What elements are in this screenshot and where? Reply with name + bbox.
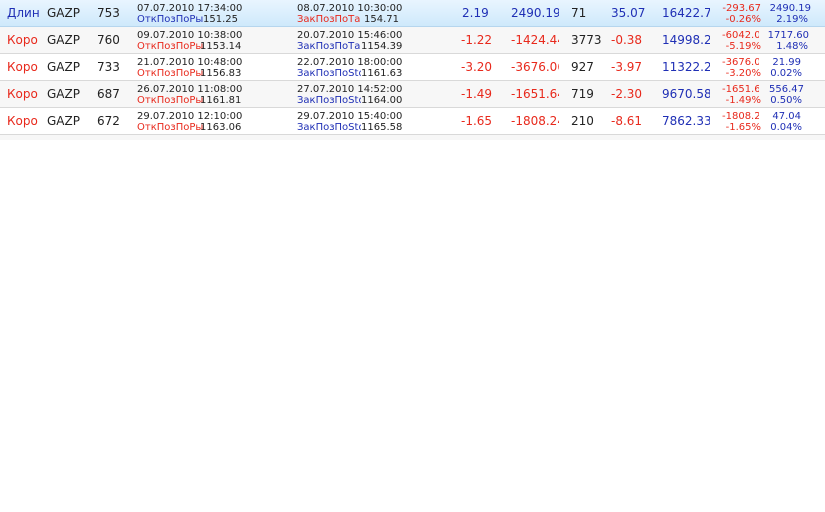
mfe-value: 47.04 [772, 111, 801, 122]
mfe-value: 556.47 [769, 84, 804, 95]
open-signal: ОткПозПоРын [137, 41, 203, 52]
open-price: 1153.14 [200, 41, 242, 52]
close-signal: ЗакПозПоТак [297, 14, 361, 25]
table-row[interactable]: Коро GAZP 760 09.07.2010 10:38:00 ОткПоз… [0, 27, 825, 54]
mfe-value: 21.99 [772, 57, 801, 68]
close-time: 08.07.2010 10:30:00 [297, 3, 403, 14]
direction-cell: Коро [7, 33, 38, 47]
mae-value: -3676.06 [722, 57, 759, 68]
bars-cell: 927 [571, 60, 594, 74]
mae-pct: -1.65% [725, 122, 761, 133]
pct-cell: -1.49 [461, 87, 493, 101]
mfe-value: 1717.60 [767, 30, 809, 41]
ticker-cell: GAZP [47, 6, 80, 20]
open-time: 09.07.2010 10:38:00 [137, 30, 243, 41]
close-signal: ЗакПозПоТак [297, 41, 361, 52]
open-signal: ОткПозПоРын [137, 14, 203, 25]
close-time: 20.07.2010 15:46:00 [297, 30, 403, 41]
ticker-cell: GAZP [47, 87, 80, 101]
open-signal: ОткПозПоРын [137, 95, 203, 106]
equity-cell: 7862.33 [662, 114, 710, 128]
per-bar-cell: -8.61 [611, 114, 643, 128]
equity-cell: 16422.7 [662, 6, 710, 20]
direction-cell: Коро [7, 87, 38, 101]
open-time: 07.07.2010 17:34:00 [137, 3, 243, 14]
per-bar-cell: 35.07 [611, 6, 646, 20]
open-signal: ОткПозПоРын [137, 122, 203, 133]
table-row[interactable]: Коро GAZP 733 21.07.2010 10:48:00 ОткПоз… [0, 54, 825, 81]
profit-cell: -1808.24 [511, 114, 559, 128]
pct-cell: 2.19 [462, 6, 489, 20]
pct-cell: -1.22 [461, 33, 493, 47]
equity-cell: 11322.2 [662, 60, 710, 74]
bars-cell: 3773 [571, 33, 602, 47]
per-bar-cell: -3.97 [611, 60, 643, 74]
close-price: 1164.00 [361, 95, 403, 106]
bars-cell: 71 [571, 6, 587, 20]
close-price: 1161.63 [361, 68, 403, 79]
close-time: 27.07.2010 14:52:00 [297, 84, 403, 95]
open-price: 1163.06 [200, 122, 242, 133]
close-price: 1154.39 [361, 41, 403, 52]
pct-cell: -3.20 [461, 60, 493, 74]
table-row[interactable]: Коро GAZP 672 29.07.2010 12:10:00 ОткПоз… [0, 108, 825, 135]
per-bar-cell: -2.30 [611, 87, 643, 101]
mae-value: -1651.64 [722, 84, 759, 95]
id-cell: 672 [97, 114, 120, 128]
profit-cell: -1651.64 [511, 87, 559, 101]
close-signal: ЗакПозПоSto [297, 95, 361, 106]
mfe-pct: 0.04% [770, 122, 802, 133]
id-cell: 687 [97, 87, 120, 101]
equity-cell: 14998.27 [662, 33, 710, 47]
mae-pct: -5.19% [725, 41, 761, 52]
ticker-cell: GAZP [47, 60, 80, 74]
close-price: 1165.58 [361, 122, 403, 133]
mfe-pct: 0.50% [770, 95, 802, 106]
equity-cell: 9670.58 [662, 87, 710, 101]
ticker-cell: GAZP [47, 114, 80, 128]
open-time: 29.07.2010 12:10:00 [137, 111, 243, 122]
id-cell: 753 [97, 6, 120, 20]
mfe-value: 2490.19 [769, 3, 811, 14]
open-price: 1161.81 [200, 95, 242, 106]
open-price: 151.25 [203, 14, 238, 25]
mae-value: -1808.24 [722, 111, 759, 122]
close-time: 29.07.2010 15:40:00 [297, 111, 403, 122]
table-row-clipped [0, 135, 825, 140]
mae-pct: -1.49% [725, 95, 761, 106]
mae-pct: -0.26% [725, 14, 761, 25]
mae-value: -6042.08 [722, 30, 759, 41]
mfe-pct: 0.02% [770, 68, 802, 79]
mae-value: -293.67 [722, 3, 761, 14]
close-price: 154.71 [364, 14, 399, 25]
direction-cell: Коро [7, 114, 38, 128]
ticker-cell: GAZP [47, 33, 80, 47]
profit-cell: -1424.44 [511, 33, 559, 47]
direction-cell: Коро [7, 60, 38, 74]
mfe-pct: 2.19% [776, 14, 808, 25]
profit-cell: 2490.19 [511, 6, 559, 20]
close-signal: ЗакПозПоSto [297, 68, 361, 79]
trades-table: Длин GAZP 753 07.07.2010 17:34:00 ОткПоз… [0, 0, 825, 140]
open-time: 26.07.2010 11:08:00 [137, 84, 243, 95]
mae-pct: -3.20% [725, 68, 761, 79]
mfe-pct: 1.48% [776, 41, 808, 52]
per-bar-cell: -0.38 [611, 33, 643, 47]
close-signal: ЗакПозПоSto [297, 122, 361, 133]
table-row[interactable]: Коро GAZP 687 26.07.2010 11:08:00 ОткПоз… [0, 81, 825, 108]
pct-cell: -1.65 [461, 114, 493, 128]
bars-cell: 719 [571, 87, 594, 101]
open-price: 1156.83 [200, 68, 242, 79]
profit-cell: -3676.06 [511, 60, 559, 74]
close-time: 22.07.2010 18:00:00 [297, 57, 403, 68]
bars-cell: 210 [571, 114, 594, 128]
id-cell: 760 [97, 33, 120, 47]
id-cell: 733 [97, 60, 120, 74]
open-time: 21.07.2010 10:48:00 [137, 57, 243, 68]
table-row[interactable]: Длин GAZP 753 07.07.2010 17:34:00 ОткПоз… [0, 0, 825, 27]
open-signal: ОткПозПоРын [137, 68, 203, 79]
direction-cell: Длин [7, 6, 40, 20]
